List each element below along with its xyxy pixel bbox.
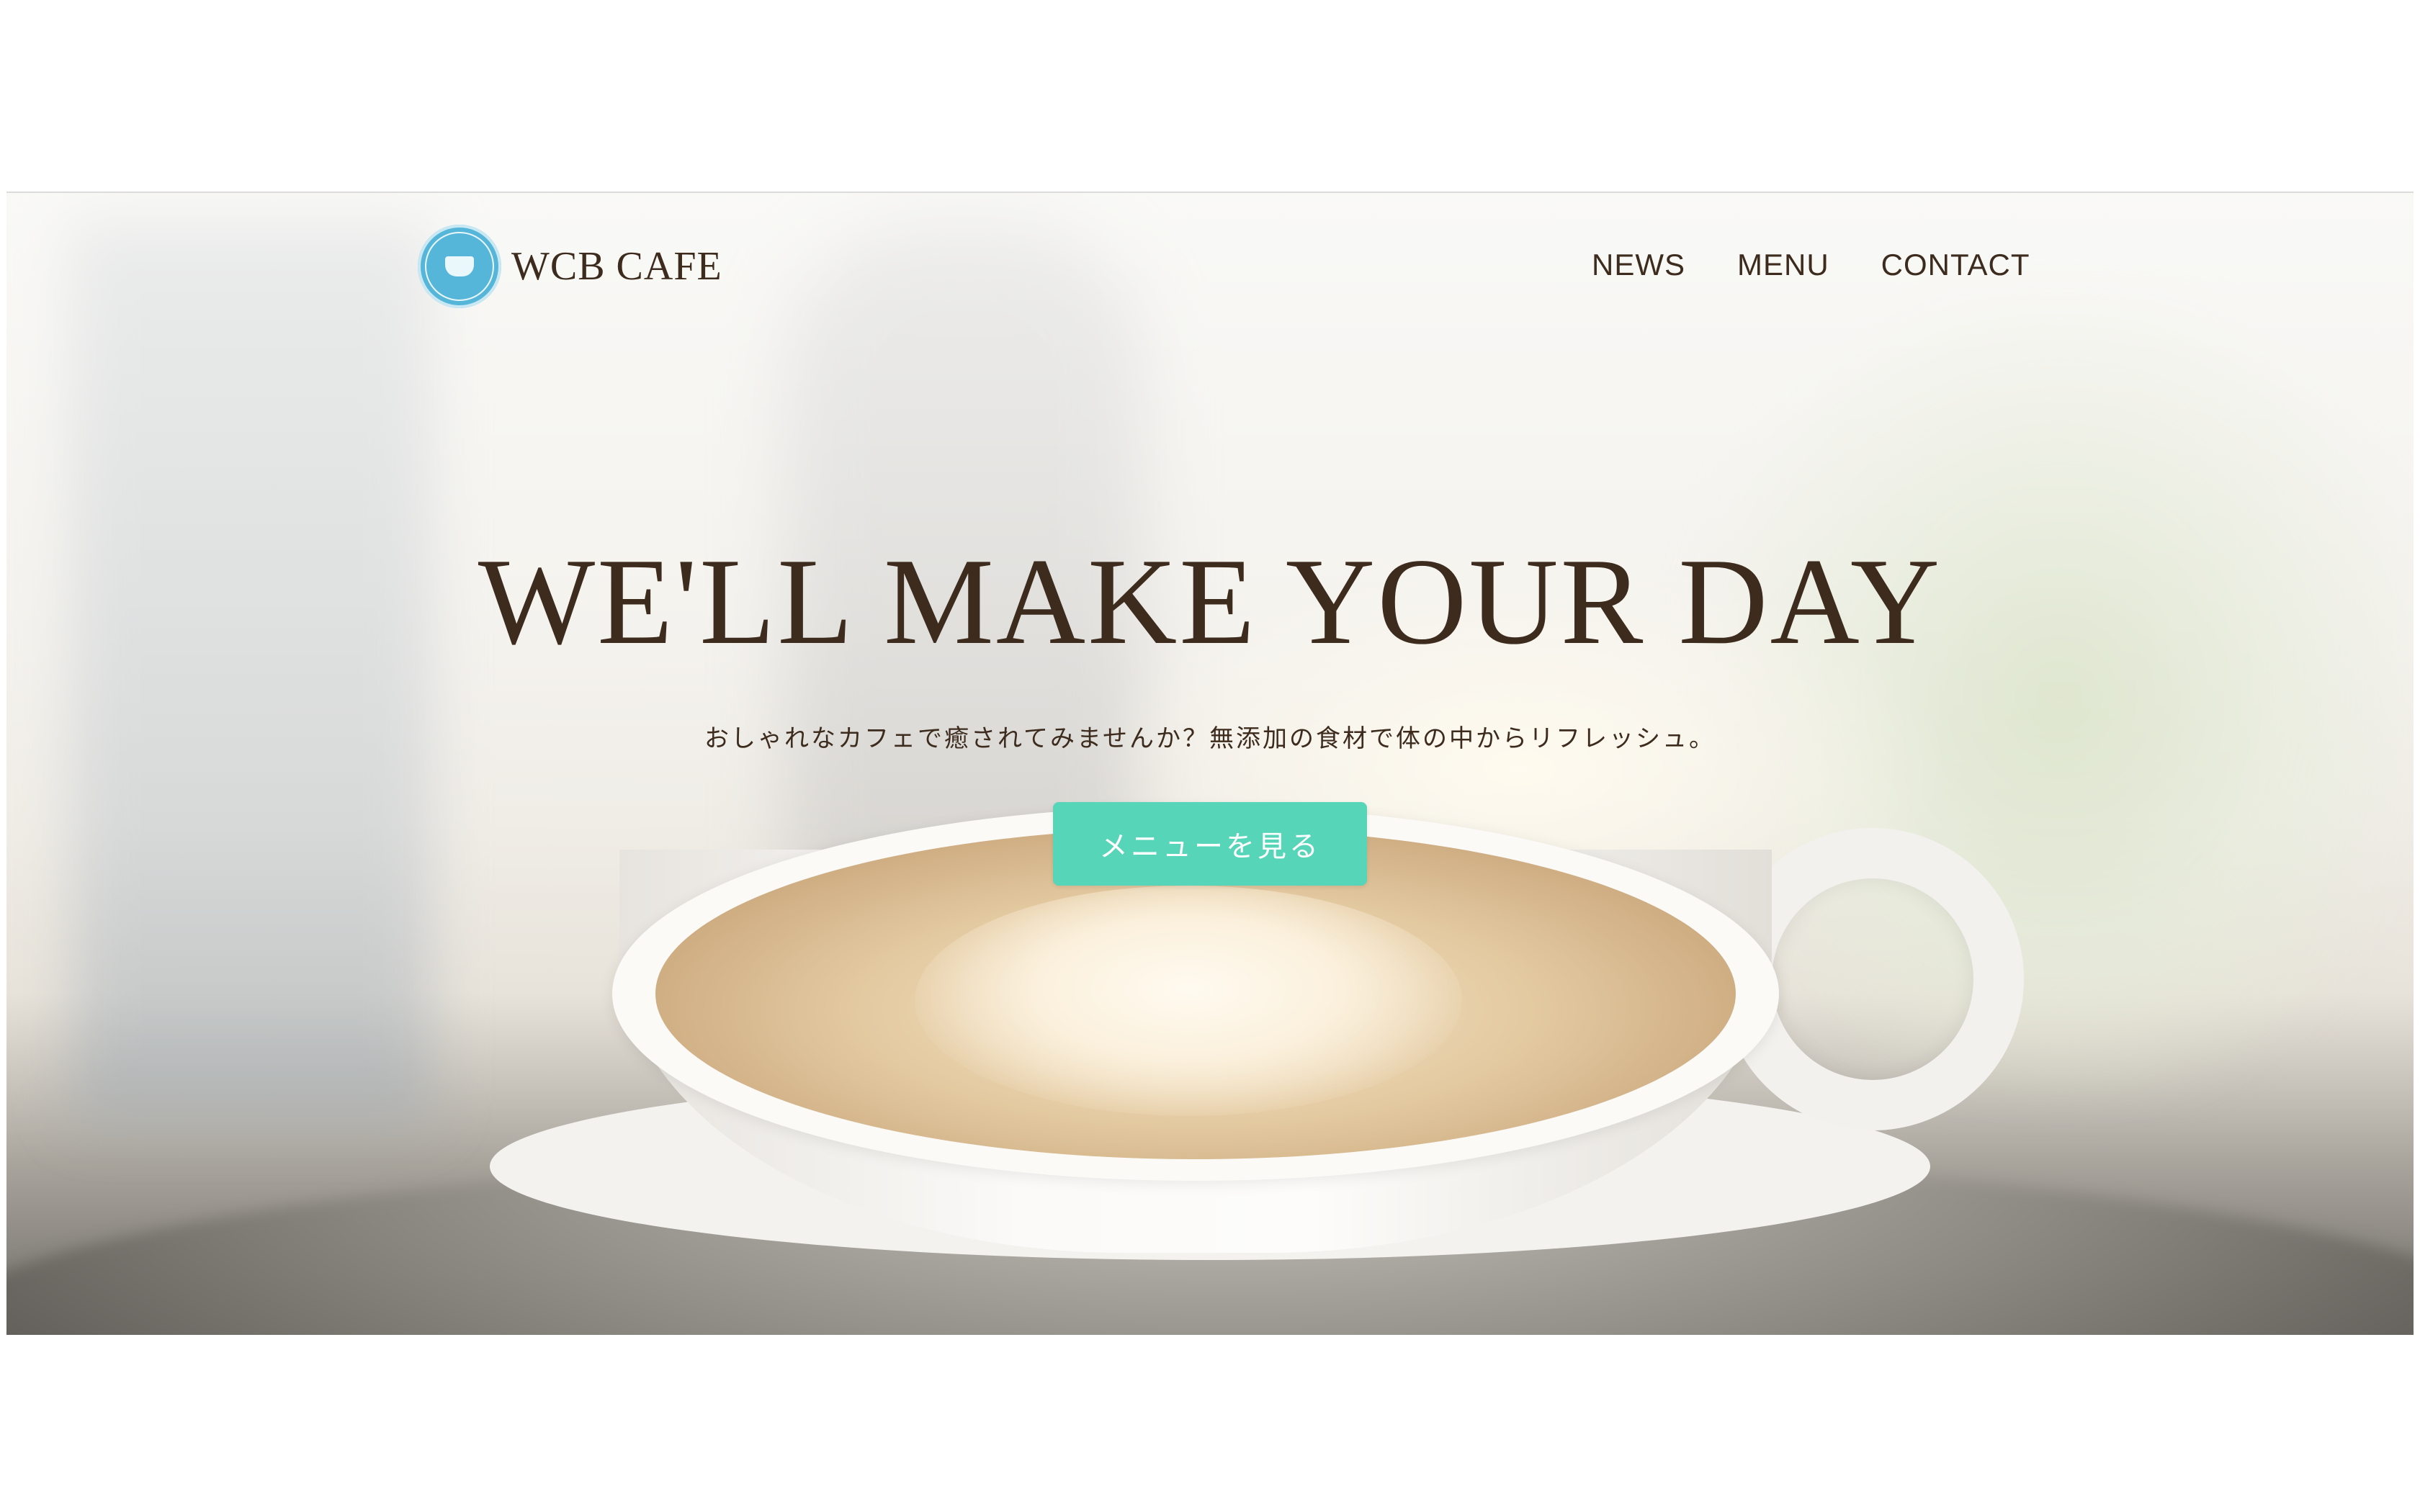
nav-link-contact[interactable]: CONTACT xyxy=(1881,248,2030,282)
logo-text[interactable]: WCB CAFE xyxy=(511,243,722,289)
nav-link-menu[interactable]: MENU xyxy=(1737,248,1829,282)
latte-art-image xyxy=(915,886,1462,1116)
main-nav: NEWS MENU CONTACT xyxy=(1592,248,2030,282)
nav-link-news[interactable]: NEWS xyxy=(1592,248,1685,282)
hero-subtitle: おしゃれなカフェで癒されてみませんか？無添加の食材で体の中からリフレッシュ。 xyxy=(704,724,1716,753)
logo-icon[interactable] xyxy=(418,225,501,308)
coffee-cup-icon xyxy=(445,256,474,276)
hero-title: WE'LL MAKE YOUR DAY xyxy=(478,534,1942,670)
view-menu-button[interactable]: メニューを見る xyxy=(1053,802,1367,886)
